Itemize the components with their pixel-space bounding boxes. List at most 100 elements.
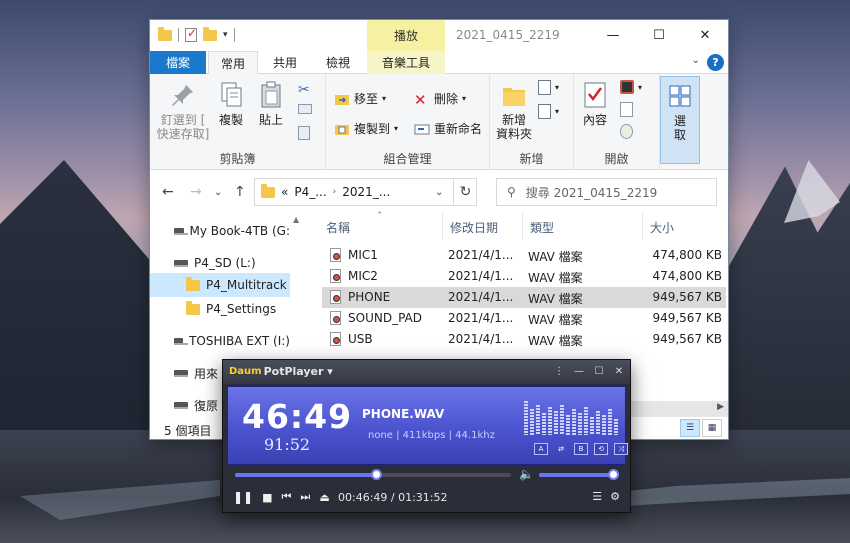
move-to-icon xyxy=(335,94,349,105)
cut-button[interactable]: ✂ xyxy=(298,82,314,98)
file-row[interactable]: USB 2021/4/1... WAV 檔案 949,567 KB xyxy=(322,329,726,350)
tab-view[interactable]: 檢視 xyxy=(312,51,364,74)
player-pin-icon[interactable]: ⋮ xyxy=(552,364,566,378)
delete-button[interactable]: ✕ 刪除 ▾ xyxy=(414,90,466,109)
breadcrumb-chevron-icon[interactable]: › xyxy=(333,187,337,197)
breadcrumb-overflow[interactable]: « xyxy=(281,185,288,199)
edit-button[interactable] xyxy=(620,102,633,117)
easy-access-button[interactable]: ▾ xyxy=(538,104,559,119)
player-close-button[interactable]: ✕ xyxy=(612,364,626,378)
address-bar[interactable]: « P4_... › 2021_... ⌄ xyxy=(254,178,477,206)
stop-button[interactable]: ■ xyxy=(262,491,272,504)
maximize-button[interactable]: ☐ xyxy=(636,20,682,51)
nav-item-drive[interactable]: P4_SD (L:) xyxy=(150,251,290,275)
customize-qat-icon[interactable]: ▾ xyxy=(223,30,228,40)
file-row-selected[interactable]: PHONE 2021/4/1... WAV 檔案 949,567 KB xyxy=(322,287,726,308)
clipboard-group-label: 剪貼簿 xyxy=(219,152,256,166)
repeat-button[interactable]: ⟲ xyxy=(594,443,608,455)
copy-path-button[interactable] xyxy=(298,104,312,114)
select-label: 選 取 xyxy=(673,114,686,142)
view-toggle: ☰ ▦ xyxy=(680,419,722,437)
folder-icon[interactable] xyxy=(158,26,172,41)
column-header-name[interactable]: 名稱 xyxy=(326,219,350,236)
player-logo[interactable]: Daum PotPlayer ▾ xyxy=(229,365,333,378)
ab-repeat-icon[interactable]: ⇄ xyxy=(554,443,568,455)
back-button[interactable]: ← xyxy=(162,184,174,200)
eject-button[interactable]: ⏏ xyxy=(319,491,329,504)
shuffle-button[interactable]: ⤨ xyxy=(614,443,628,455)
column-divider[interactable] xyxy=(442,213,443,239)
move-to-button[interactable]: 移至 ▾ xyxy=(334,90,386,107)
scroll-up-icon[interactable]: ▲ xyxy=(293,215,299,224)
new-folder-button[interactable]: 新增 資料夾 xyxy=(494,80,534,141)
contextual-tab-play[interactable]: 播放 xyxy=(367,20,445,51)
new-folder-icon[interactable] xyxy=(203,26,217,41)
open-button[interactable]: ▾ xyxy=(620,80,642,94)
large-icons-view-icon[interactable]: ▦ xyxy=(702,419,722,437)
pause-button[interactable]: ❚❚ xyxy=(233,490,253,504)
details-view-icon[interactable]: ☰ xyxy=(680,419,700,437)
breadcrumb-part[interactable]: 2021_... xyxy=(342,185,390,199)
file-row[interactable]: MIC2 2021/4/1... WAV 檔案 474,800 KB xyxy=(322,266,726,287)
volume-icon[interactable]: 🔈 xyxy=(519,467,534,481)
playlist-icon[interactable]: ☰ xyxy=(592,490,602,503)
refresh-button[interactable]: ↻ xyxy=(453,178,477,206)
properties-button[interactable]: 內容 xyxy=(578,80,612,127)
player-display[interactable]: 46:49 91:52 PHONE.WAV none | 411kbps | 4… xyxy=(227,386,628,465)
ab-repeat-b-button[interactable]: B xyxy=(574,443,588,455)
column-divider[interactable] xyxy=(642,213,643,239)
nav-item-label: P4_Multitrack xyxy=(206,278,287,292)
column-header-size[interactable]: 大小 xyxy=(650,219,674,236)
tab-share[interactable]: 共用 xyxy=(260,51,310,74)
close-button[interactable]: ✕ xyxy=(682,20,728,51)
nav-item-folder[interactable]: P4_Settings xyxy=(150,297,290,321)
pin-quick-access-button[interactable]: 釘選到 [ 快速存取] xyxy=(157,80,209,141)
up-button[interactable]: ↑ xyxy=(234,184,246,200)
tab-home[interactable]: 常用 xyxy=(208,51,258,75)
settings-icon[interactable]: ⚙ xyxy=(610,490,620,503)
select-button[interactable]: 選 取 xyxy=(660,76,700,164)
nav-item-folder[interactable]: P4_Multitrack xyxy=(150,273,290,297)
history-button[interactable] xyxy=(620,124,633,139)
forward-button[interactable]: → xyxy=(190,184,202,200)
column-header-date[interactable]: 修改日期 xyxy=(450,219,498,236)
seek-handle[interactable] xyxy=(370,469,382,480)
separator xyxy=(178,28,179,42)
nav-item-drive[interactable]: TOSHIBA EXT (I:) xyxy=(150,329,290,353)
minimize-button[interactable]: — xyxy=(590,20,636,51)
paste-button[interactable]: 貼上 xyxy=(254,80,288,127)
player-minimize-button[interactable]: — xyxy=(572,364,586,378)
history-icon xyxy=(620,124,633,139)
copy-to-button[interactable]: 複製到 ▾ xyxy=(334,120,398,137)
seek-bar[interactable] xyxy=(235,469,511,480)
playback-controls: ❚❚ ■ ⏮ ⏭ ⏏ xyxy=(233,490,330,504)
column-divider[interactable] xyxy=(522,213,523,239)
new-item-button[interactable]: ▾ xyxy=(538,80,559,95)
copy-button[interactable]: 複製 xyxy=(214,80,248,127)
file-row[interactable]: SOUND_PAD 2021/4/1... WAV 檔案 949,567 KB xyxy=(322,308,726,329)
help-icon[interactable]: ? xyxy=(707,54,724,71)
scroll-right-icon[interactable]: ▶ xyxy=(717,402,724,412)
recent-locations-icon[interactable]: ⌄ xyxy=(214,187,222,198)
column-header-type[interactable]: 類型 xyxy=(530,219,554,236)
tab-file[interactable]: 檔案 xyxy=(150,51,206,74)
nav-item-drive[interactable]: My Book-4TB (G: xyxy=(150,219,290,243)
paste-shortcut-button[interactable] xyxy=(298,126,310,140)
breadcrumb-part[interactable]: P4_... xyxy=(294,185,326,199)
rename-button[interactable]: 重新命名 xyxy=(414,120,482,137)
tab-music-tools[interactable]: 音樂工具 xyxy=(367,51,445,74)
volume-slider[interactable] xyxy=(539,469,619,480)
player-maximize-button[interactable]: ☐ xyxy=(592,364,606,378)
volume-handle[interactable] xyxy=(608,469,619,480)
file-row[interactable]: MIC1 2021/4/1... WAV 檔案 474,800 KB xyxy=(322,245,726,266)
previous-button[interactable]: ⏮ xyxy=(282,490,292,504)
search-box[interactable]: ⚲ 搜尋 2021_0415_2219 xyxy=(496,178,717,206)
ab-repeat-a-button[interactable]: A xyxy=(534,443,548,455)
next-button[interactable]: ⏭ xyxy=(300,490,310,504)
wav-file-icon xyxy=(330,290,341,304)
total-time: 91:52 xyxy=(264,435,311,454)
playing-filename: PHONE.WAV xyxy=(362,407,445,421)
properties-icon[interactable] xyxy=(185,26,197,42)
address-dropdown-icon[interactable]: ⌄ xyxy=(435,187,443,198)
collapse-ribbon-icon[interactable]: ⌄ xyxy=(692,55,700,66)
